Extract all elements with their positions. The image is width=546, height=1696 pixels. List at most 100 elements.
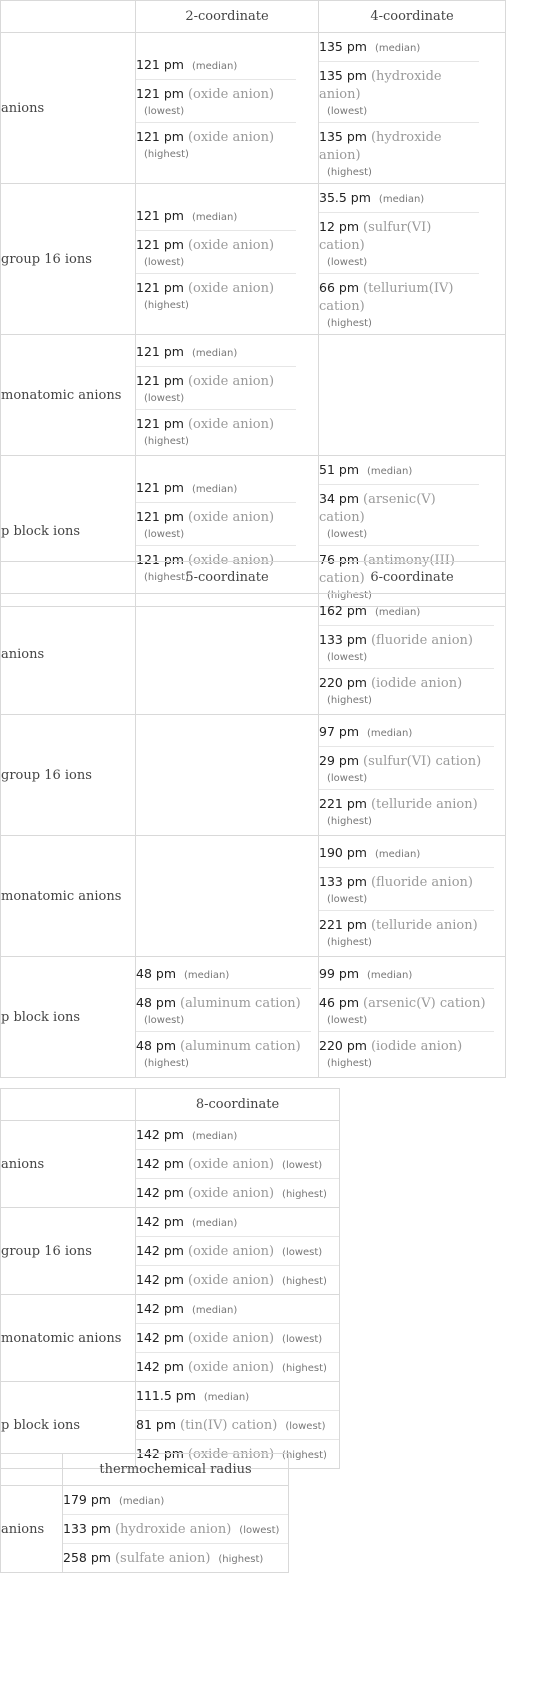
ion-source: (aluminum cation) <box>180 996 301 1011</box>
entry-highest: 258 pm (sulfate anion) (highest) <box>63 1543 288 1572</box>
stat-tag: (median) <box>118 1496 165 1507</box>
entry-lowest: 135 pm (hydroxide anion) (lowest) <box>319 61 479 122</box>
entry-lowest: 121 pm (oxide anion) (lowest) <box>136 230 296 273</box>
entry-median: 48 pm (median) <box>136 960 311 988</box>
radius-value: 121 pm <box>136 129 184 144</box>
value-cell <box>135 835 319 957</box>
table-thermochemical-radius: thermochemical radius anions 179 pm (media… <box>0 1453 289 1573</box>
entry-highest: 221 pm (telluride anion) (highest) <box>319 910 494 953</box>
radius-value: 135 pm <box>319 68 367 83</box>
stat-tag: (lowest) <box>327 652 368 663</box>
value-cell: 142 pm (median) 142 pm (oxide anion) (lowes… <box>135 1120 340 1208</box>
stat-tag: (lowest) <box>282 1334 323 1345</box>
entry-lowest: 142 pm (oxide anion) (lowest) <box>136 1236 339 1265</box>
ion-source: (sulfate anion) <box>114 1551 211 1566</box>
table-row: group 16 ions 142 pm (median) 142 pm (oxide… <box>0 1207 340 1295</box>
entry-lowest: 34 pm (arsenic(V) cation) (lowest) <box>319 484 479 545</box>
entry-highest: 142 pm (oxide anion) (highest) <box>136 1178 339 1207</box>
ion-source: (iodide anion) <box>370 1039 463 1054</box>
corner-cell <box>0 0 136 33</box>
entry-list: 162 pm (median) 133 pm (fluoride anion) (lo… <box>319 597 494 711</box>
entry-median: 162 pm (median) <box>319 597 494 625</box>
entry-lowest: 142 pm (oxide anion) (lowest) <box>136 1323 339 1352</box>
radius-value: 179 pm <box>63 1492 111 1507</box>
header-row: 5-coordinate 6-coordinate <box>0 561 506 594</box>
entry-median: 99 pm (median) <box>319 960 494 988</box>
stat-tag: (highest) <box>218 1554 264 1565</box>
ion-source: (oxide anion) <box>187 374 275 389</box>
table-row: anions 121 pm (median) 121 pm (oxide anion)… <box>0 32 506 184</box>
value-cell: 99 pm (median) 46 pm (arsenic(V) cation) (l… <box>318 956 506 1078</box>
entry-lowest: 133 pm (fluoride anion) (lowest) <box>319 867 494 910</box>
entry-median: 121 pm (median) <box>136 338 296 366</box>
entry-list: 142 pm (median) 142 pm (oxide anion) (lowes… <box>136 1295 339 1381</box>
table-row: group 16 ions 97 pm (median) 29 pm (sulfur(… <box>0 714 506 836</box>
entry-highest: 220 pm (iodide anion) (highest) <box>319 1031 494 1074</box>
radius-value: 48 pm <box>136 966 176 981</box>
stat-tag: (highest) <box>327 816 372 827</box>
entry-median: 121 pm (median) <box>136 474 296 502</box>
ion-source: (oxide anion) <box>187 1244 275 1259</box>
ion-source: (hydroxide anion) <box>114 1522 232 1537</box>
stat-tag: (median) <box>184 970 230 981</box>
radius-value: 121 pm <box>136 280 184 295</box>
row-header: anions <box>0 593 136 715</box>
stat-tag: (lowest) <box>144 529 185 540</box>
value-cell: 121 pm (median) 121 pm (oxide anion) (lowes… <box>135 334 319 456</box>
entry-median: 51 pm (median) <box>319 456 479 484</box>
entry-lowest: 133 pm (fluoride anion) (lowest) <box>319 625 494 668</box>
table-row: monatomic anions 190 pm (median) 133 pm (fl… <box>0 835 506 957</box>
table-8-coordinate: 8-coordinate anions 142 pm (median) 142 pm … <box>0 1088 340 1469</box>
table-row: anions 179 pm (median) 133 pm (hydroxide an… <box>0 1485 289 1573</box>
ion-source: (oxide anion) <box>187 417 275 432</box>
entry-lowest: 81 pm (tin(IV) cation) (lowest) <box>136 1410 339 1439</box>
entry-median: 142 pm (median) <box>136 1121 339 1149</box>
stat-tag: (median) <box>191 1131 238 1142</box>
ion-source: (oxide anion) <box>187 87 275 102</box>
stat-tag: (lowest) <box>282 1247 323 1258</box>
entry-median: 121 pm (median) <box>136 51 296 79</box>
radius-value: 121 pm <box>136 480 184 495</box>
entry-highest: 220 pm (iodide anion) (highest) <box>319 668 494 711</box>
corner-cell <box>0 1453 63 1486</box>
row-header: group 16 ions <box>0 183 136 335</box>
stat-tag: (median) <box>203 1392 250 1403</box>
radius-value: 111.5 pm <box>136 1388 196 1403</box>
header-row: thermochemical radius <box>0 1453 289 1486</box>
row-header: anions <box>0 1485 63 1573</box>
entry-median: 121 pm (median) <box>136 202 296 230</box>
radius-value: 121 pm <box>136 416 184 431</box>
radius-value: 142 pm <box>136 1243 184 1258</box>
ion-source: (oxide anion) <box>187 1186 275 1201</box>
entry-list: 97 pm (median) 29 pm (sulfur(VI) cation) (l… <box>319 718 494 832</box>
stat-tag: (median) <box>367 466 413 477</box>
ion-source: (telluride anion) <box>370 797 478 812</box>
row-header: group 16 ions <box>0 1207 136 1295</box>
stat-tag: (lowest) <box>144 106 185 117</box>
value-cell <box>135 593 319 715</box>
stat-tag: (lowest) <box>327 257 368 268</box>
row-header: monatomic anions <box>0 835 136 957</box>
column-header: 4-coordinate <box>318 0 506 33</box>
entry-list: 121 pm (median) 121 pm (oxide anion) (lowes… <box>136 338 296 452</box>
radius-value: 121 pm <box>136 208 184 223</box>
value-cell: 35.5 pm (median) 12 pm (sulfur(VI) cation)… <box>318 183 506 335</box>
stat-tag: (median) <box>378 194 425 205</box>
stat-tag: (median) <box>374 849 421 860</box>
radius-value: 12 pm <box>319 219 359 234</box>
value-cell: 142 pm (median) 142 pm (oxide anion) (lowes… <box>135 1207 340 1295</box>
radius-value: 121 pm <box>136 86 184 101</box>
stat-tag: (median) <box>367 728 413 739</box>
radius-value: 81 pm <box>136 1417 176 1432</box>
value-cell <box>135 714 319 836</box>
radius-value: 142 pm <box>136 1301 184 1316</box>
stat-tag: (lowest) <box>327 529 368 540</box>
column-header: 6-coordinate <box>318 561 506 594</box>
entry-lowest: 121 pm (oxide anion) (lowest) <box>136 79 296 122</box>
radius-value: 35.5 pm <box>319 190 371 205</box>
entry-median: 142 pm (median) <box>136 1295 339 1323</box>
stat-tag: (lowest) <box>282 1160 323 1171</box>
row-header: monatomic anions <box>0 1294 136 1382</box>
entry-list: 142 pm (median) 142 pm (oxide anion) (lowes… <box>136 1121 339 1207</box>
radius-value: 66 pm <box>319 280 359 295</box>
